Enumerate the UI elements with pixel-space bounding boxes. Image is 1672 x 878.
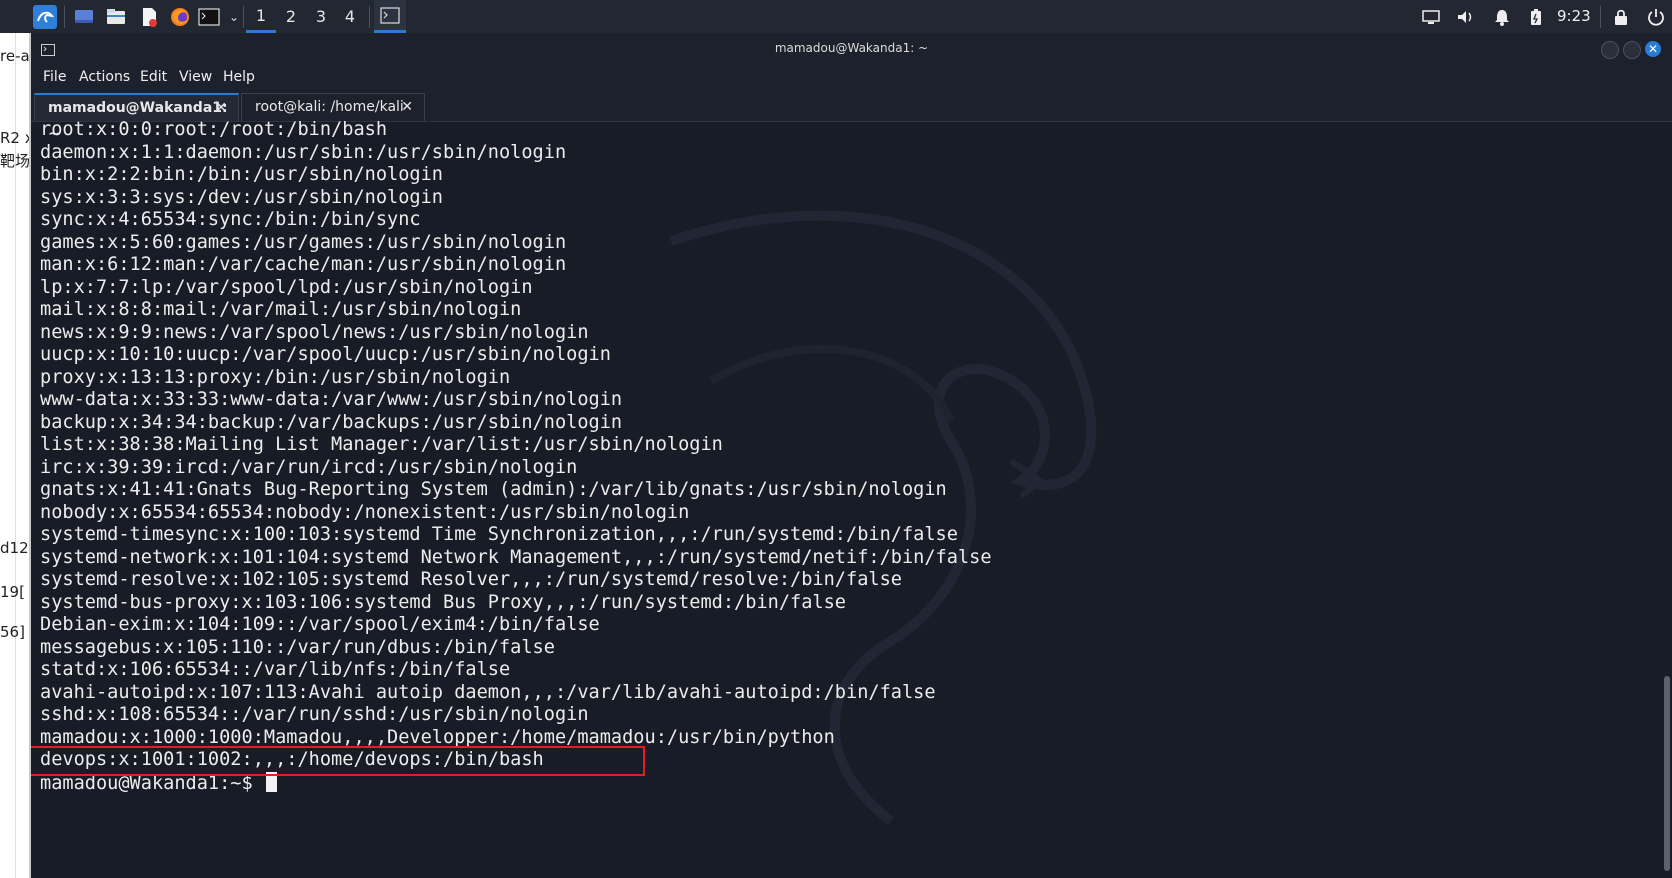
desktop-icon[interactable] [72,5,96,29]
terminal-line: list:x:38:38:Mailing List Manager:/var/l… [40,434,723,455]
terminal-line: messagebus:x:105:110::/var/run/dbus:/bin… [40,636,555,658]
volume-icon[interactable] [1454,5,1478,29]
terminal-line: proxy:x:13:13:proxy:/bin:/usr/sbin/nolog… [40,366,511,388]
scrollbar[interactable] [1662,121,1672,878]
tab-root-kali[interactable]: root@kali: /home/kali ✕ [241,93,425,121]
terminal-line: sys:x:3:3:sys:/dev:/usr/sbin/nologin [40,186,443,208]
terminal-line: gnats:x:41:41:Gnats Bug-Reporting System… [40,479,947,500]
menu-help[interactable]: Help [223,63,255,91]
terminal-line: backup:x:34:34:backup:/var/backups:/usr/… [40,411,623,433]
terminal-line: avahi-autoipd:x:107:113:Avahi autoip dae… [40,681,936,703]
kali-menu-icon[interactable] [33,5,57,29]
terminal-line: root:x:0:0:root:/root:/bin/bash [40,119,388,140]
file-manager-icon[interactable] [104,5,128,29]
display-icon[interactable] [1419,5,1443,29]
tab-mamadou[interactable]: mamadou@Wakanda1: ~ ✕ [34,93,239,142]
terminal-line: games:x:5:60:games:/usr/games:/usr/sbin/… [40,231,567,253]
menu-bar: File Actions Edit View Help [31,63,1672,91]
terminal-line: www-data:x:33:33:www-data:/var/www:/usr/… [40,389,623,410]
menu-view[interactable]: View [179,63,212,91]
window-titlebar[interactable]: mamadou@Wakanda1: ~ ✕ [31,33,1672,63]
background-window-edge: re-a R2 x 靶场 d12 19[ 56] [0,33,31,878]
terminal-line: mail:x:8:8:mail:/var/mail:/usr/sbin/nolo… [40,299,522,320]
workspace-3[interactable]: 3 [306,0,336,33]
workspace-4[interactable]: 4 [335,0,365,33]
close-tab-icon[interactable]: ✕ [215,95,227,121]
power-icon[interactable] [1644,5,1668,29]
menu-edit[interactable]: Edit [140,63,167,91]
shell-prompt: mamadou@Wakanda1:~$ [40,772,264,794]
terminal-line: daemon:x:1:1:daemon:/usr/sbin:/usr/sbin/… [40,141,567,163]
terminal-line: news:x:9:9:news:/var/spool/news:/usr/sbi… [40,321,589,343]
terminal-line: devops:x:1001:1002:,,,:/home/devops:/bin… [40,749,544,770]
lock-screen-icon[interactable] [1609,5,1633,29]
terminal-line: sync:x:4:65534:sync:/bin:/bin/sync [40,209,421,230]
firefox-icon[interactable] [168,5,192,29]
terminal-line: lp:x:7:7:lp:/var/spool/lpd:/usr/sbin/nol… [40,276,533,298]
terminal-launcher-icon[interactable] [197,5,221,29]
background-text: re-a [0,47,30,65]
menu-file[interactable]: File [43,63,66,91]
clock[interactable]: 9:23 [1557,0,1591,33]
maximize-button[interactable] [1623,41,1641,59]
minimize-button[interactable] [1601,41,1619,59]
terminal-line: systemd-network:x:101:104:systemd Networ… [40,546,992,568]
terminal-line: irc:x:39:39:ircd:/var/run/ircd:/usr/sbin… [40,456,578,478]
terminal-line: Debian-exim:x:104:109::/var/spool/exim4:… [40,614,600,635]
terminal-line: systemd-timesync:x:100:103:systemd Time … [40,524,958,545]
terminal-line: sshd:x:108:65534::/var/run/sshd:/usr/sbi… [40,704,589,725]
terminal-line: uucp:x:10:10:uucp:/var/spool/uucp:/usr/s… [40,344,611,365]
background-text: 19[ [0,583,25,601]
tab-bar: mamadou@Wakanda1: ~ ✕ root@kali: /home/k… [31,91,1672,142]
terminal-line: systemd-resolve:x:102:105:systemd Resolv… [40,569,902,590]
background-text: d12 [0,539,29,557]
terminal-line: statd:x:106:65534::/var/lib/nfs:/bin/fal… [40,659,511,680]
text-cursor [265,771,277,792]
notification-bell-icon[interactable] [1490,5,1514,29]
taskbar-terminal-window[interactable] [374,0,406,33]
background-text: 靶场 [0,152,31,170]
scrollbar-thumb[interactable] [1664,676,1670,871]
text-editor-icon[interactable] [137,5,161,29]
window-title: mamadou@Wakanda1: ~ [774,41,929,55]
close-button[interactable]: ✕ [1645,41,1661,57]
shell-prompt-line[interactable]: mamadou@Wakanda1:~$ [40,771,1640,796]
terminal-line: systemd-bus-proxy:x:103:106:systemd Bus … [40,591,846,613]
menu-actions[interactable]: Actions [79,63,130,91]
battery-icon [1524,5,1548,29]
top-panel: ⌄ 1 2 3 4 9:23 [0,0,1672,34]
workspace-1[interactable]: 1 [246,0,276,33]
terminal-output[interactable]: root:x:0:0:root:/root:/bin/bash daemon:x:… [40,119,1640,795]
terminal-window: mamadou@Wakanda1: ~ ✕ File Actions Edit … [31,33,1672,878]
workspace-2[interactable]: 2 [276,0,306,33]
terminal-line: man:x:6:12:man:/var/cache/man:/usr/sbin/… [40,254,567,275]
terminal-line: bin:x:2:2:bin:/bin:/usr/sbin/nologin [40,164,443,185]
background-text: R2 x [0,129,31,147]
background-text: 56] [0,623,25,641]
tab-label: root@kali: /home/kali [255,99,404,115]
terminal-line: nobody:x:65534:65534:nobody:/nonexistent… [40,501,690,523]
close-tab-icon[interactable]: ✕ [401,94,413,120]
terminal-line: mamadou:x:1000:1000:Mamadou,,,,Developpe… [40,726,835,748]
